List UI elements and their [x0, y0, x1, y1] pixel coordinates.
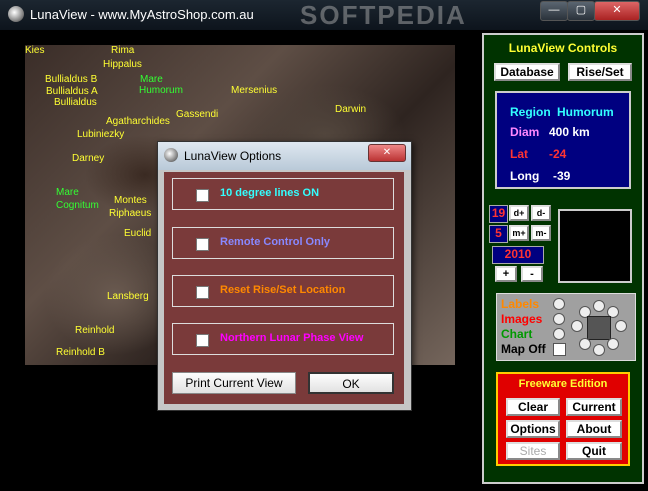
map-label: Montes — [114, 195, 147, 206]
long-value: -39 — [553, 169, 571, 183]
panel-title: LunaView Controls — [508, 41, 618, 55]
dialog-title-bar[interactable]: LunaView Options ✕ — [158, 142, 411, 170]
map-label: Riphaeus — [109, 208, 152, 219]
layer-label-images: Images — [501, 312, 543, 326]
about-button[interactable]: About — [566, 420, 622, 438]
freeware-panel: Freeware Edition Clear Current Options A… — [496, 372, 630, 466]
degree-lines-checkbox[interactable] — [196, 189, 209, 202]
region-value: Humorum — [557, 105, 614, 119]
phase-radio[interactable] — [607, 338, 619, 350]
layer-label-mapoff: Map Off — [501, 342, 546, 356]
ok-button[interactable]: OK — [308, 372, 394, 394]
close-button[interactable]: ✕ — [594, 1, 640, 21]
option-remote-control[interactable]: Remote Control Only — [172, 227, 394, 259]
map-label: Lansberg — [107, 291, 149, 302]
map-label: Mare — [56, 187, 79, 198]
options-dialog: LunaView Options ✕ 10 degree lines ON Re… — [157, 141, 412, 411]
dialog-body: 10 degree lines ON Remote Control Only R… — [164, 172, 404, 404]
option-degree-lines[interactable]: 10 degree lines ON — [172, 178, 394, 210]
phase-radio[interactable] — [593, 300, 605, 312]
moon-phase-selector[interactable] — [569, 300, 629, 356]
current-button[interactable]: Current — [566, 398, 622, 416]
sites-button[interactable]: Sites — [506, 442, 560, 460]
riseset-button[interactable]: Rise/Set — [568, 63, 632, 81]
year-value: 2010 — [492, 246, 544, 264]
moon-thumbnail[interactable] — [558, 209, 632, 283]
window-title: LunaView - www.MyAstroShop.com.au — [30, 7, 254, 22]
database-button[interactable]: Database — [494, 63, 560, 81]
moon-app-icon — [8, 6, 24, 22]
lat-value: -24 — [549, 147, 567, 161]
map-label: Gassendi — [176, 109, 219, 120]
map-label: Mersenius — [231, 85, 278, 96]
phase-radio[interactable] — [579, 338, 591, 350]
option-label: 10 degree lines ON — [220, 187, 320, 199]
month-plus-button[interactable]: m+ — [509, 225, 529, 241]
labels-radio[interactable] — [553, 298, 565, 310]
chart-radio[interactable] — [553, 328, 565, 340]
map-label: Bullialdus B — [45, 74, 98, 85]
controls-panel: LunaView Controls Database Rise/Set Regi… — [482, 33, 644, 484]
map-label: Rima — [111, 45, 135, 56]
map-label: Kies — [25, 45, 45, 56]
map-label: Hippalus — [103, 59, 142, 70]
map-label: Darwin — [335, 104, 367, 115]
layer-label-labels: Labels — [501, 297, 540, 311]
dialog-title: LunaView Options — [184, 149, 282, 163]
map-label: Bullialdus A — [46, 86, 98, 97]
clear-button[interactable]: Clear — [506, 398, 560, 416]
layer-options: Labels Images Chart Map Off — [496, 293, 636, 361]
map-label: Euclid — [124, 228, 152, 239]
map-label: Darney — [72, 153, 105, 164]
map-label: Cognitum — [56, 200, 99, 211]
day-minus-button[interactable]: d- — [531, 205, 551, 221]
reset-riseset-checkbox[interactable] — [196, 286, 209, 299]
year-plus-button[interactable]: + — [495, 266, 517, 282]
map-label: Reinhold — [75, 325, 115, 336]
diam-label: Diam — [510, 125, 540, 139]
map-label: Humorum — [139, 85, 183, 96]
day-plus-button[interactable]: d+ — [509, 205, 529, 221]
option-label: Remote Control Only — [220, 236, 331, 248]
map-label: Mare — [140, 74, 163, 85]
long-label: Long — [510, 169, 540, 183]
maximize-button[interactable]: ▢ — [567, 1, 595, 21]
layer-label-chart: Chart — [501, 327, 533, 341]
map-off-checkbox[interactable] — [553, 343, 566, 356]
map-label: Bullialdus — [54, 97, 97, 108]
moon-phase-icon — [587, 316, 611, 340]
option-northern-phase[interactable]: Northern Lunar Phase View — [172, 323, 394, 355]
dialog-close-button[interactable]: ✕ — [368, 144, 406, 162]
main-window: LunaView - www.MyAstroShop.com.au — ▢ ✕ … — [0, 0, 648, 491]
print-current-view-button[interactable]: Print Current View — [172, 372, 296, 394]
lat-label: Lat — [510, 147, 528, 161]
region-label: Region — [510, 105, 551, 119]
map-label: Reinhold B — [56, 347, 105, 358]
phase-radio[interactable] — [593, 344, 605, 356]
moon-dialog-icon — [164, 148, 178, 162]
freeware-title: Freeware Edition — [518, 378, 608, 390]
images-radio[interactable] — [553, 313, 565, 325]
quit-button[interactable]: Quit — [566, 442, 622, 460]
month-value: 5 — [489, 225, 508, 243]
month-minus-button[interactable]: m- — [531, 225, 551, 241]
diam-value: 400 km — [549, 125, 590, 139]
watermark: SOFTPEDIA — [300, 0, 467, 30]
minimize-button[interactable]: — — [540, 1, 568, 21]
option-label: Northern Lunar Phase View — [220, 332, 364, 344]
options-button[interactable]: Options — [506, 420, 560, 438]
phase-radio[interactable] — [571, 320, 583, 332]
map-label: Lubiniezky — [77, 129, 125, 140]
day-value: 19 — [489, 205, 508, 223]
region-info-box: Region Humorum Diam 400 km Lat -24 Long … — [495, 91, 631, 189]
remote-control-checkbox[interactable] — [196, 238, 209, 251]
map-label: Agatharchides — [106, 116, 170, 127]
option-label: Reset Rise/Set Location — [220, 284, 346, 296]
year-minus-button[interactable]: - — [521, 266, 543, 282]
northern-phase-checkbox[interactable] — [196, 334, 209, 347]
option-reset-riseset[interactable]: Reset Rise/Set Location — [172, 275, 394, 307]
phase-radio[interactable] — [615, 320, 627, 332]
